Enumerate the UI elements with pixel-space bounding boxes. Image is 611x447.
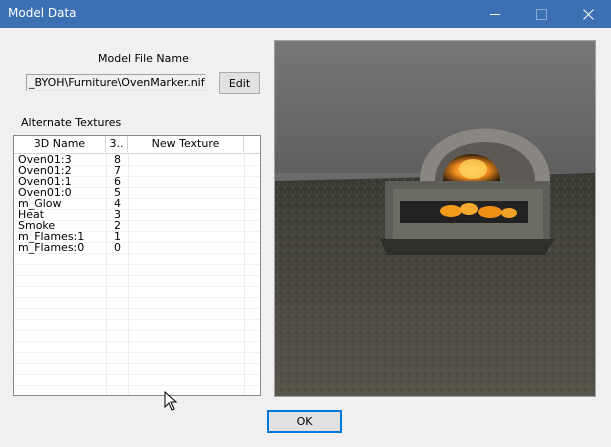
alternate-textures-list[interactable]: 3D Name 3.. New Texture Oven01:3 8 Oven0… (13, 135, 261, 396)
grid-line (14, 363, 260, 364)
edit-button[interactable]: Edit (219, 72, 260, 94)
minimize-icon (490, 13, 500, 15)
grid-line (14, 308, 260, 309)
mouse-cursor-icon (164, 391, 178, 411)
grid-line (14, 352, 260, 353)
grid-line (244, 154, 245, 395)
list-item[interactable]: m_Glow 4 (14, 198, 244, 209)
grid-line (14, 374, 260, 375)
minimize-button[interactable] (472, 0, 518, 28)
oven-model-preview (275, 41, 595, 396)
close-icon (582, 8, 594, 20)
maximize-icon (535, 8, 547, 20)
grid-line (14, 264, 260, 265)
list-header: 3D Name 3.. New Texture (14, 136, 260, 154)
grid-line (14, 319, 260, 320)
column-header-index[interactable]: 3.. (106, 136, 128, 152)
maximize-button[interactable] (518, 0, 564, 28)
column-header-new-texture[interactable]: New Texture (128, 136, 244, 152)
close-button[interactable] (565, 0, 611, 28)
grid-line (14, 286, 260, 287)
title-bar: Model Data (0, 0, 611, 28)
window-title: Model Data (8, 6, 77, 20)
model-file-path-field[interactable]: _BYOH\Furniture\OvenMarker.nif (26, 74, 206, 91)
grid-line (14, 275, 260, 276)
row-3d-name: m_Flames:0 (18, 241, 85, 254)
model-preview-viewport[interactable] (274, 40, 596, 397)
ok-button[interactable]: OK (267, 410, 342, 433)
grid-line (14, 341, 260, 342)
model-file-name-label: Model File Name (98, 52, 189, 65)
grid-line (14, 385, 260, 386)
grid-line (14, 330, 260, 331)
grid-line (14, 297, 260, 298)
alternate-textures-label: Alternate Textures (21, 116, 122, 129)
dialog-body: Model File Name _BYOH\Furniture\OvenMark… (0, 28, 611, 447)
column-header-3d-name[interactable]: 3D Name (14, 136, 106, 152)
row-index: 0 (114, 241, 121, 254)
list-item[interactable]: m_Flames:0 0 (14, 242, 244, 253)
